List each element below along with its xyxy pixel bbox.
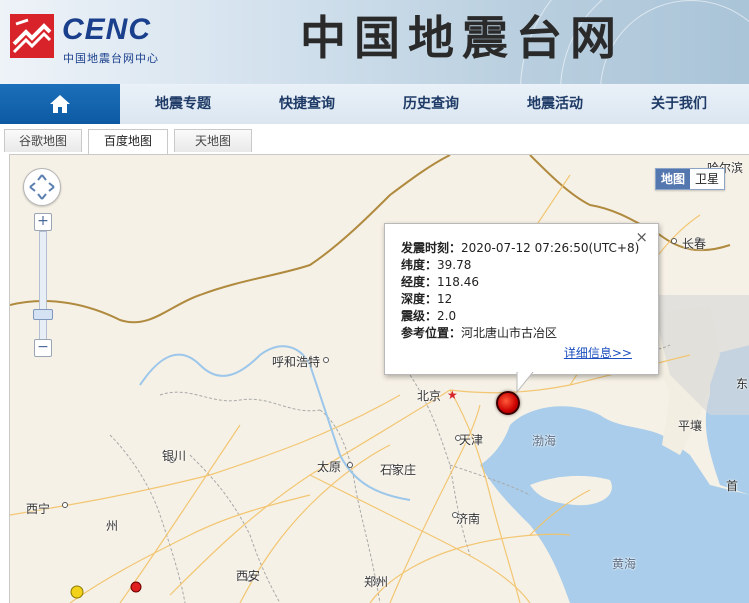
label-east-partial: 东 <box>736 377 749 391</box>
event-dot-yellow <box>70 585 84 599</box>
longitude-label: 经度： <box>401 275 438 289</box>
time-value: 2020-07-12 07:26:50(UTC+8) <box>461 241 640 255</box>
cenc-logo[interactable]: CENC 中国地震台网中心 <box>8 10 183 66</box>
map-canvas[interactable]: ★ 哈尔滨 长春 呼和浩特 北京 天津 银川 太原 石家庄 西宁 济南 西安 郑… <box>9 154 749 603</box>
nav-home-button[interactable] <box>0 84 120 124</box>
magnitude-label: 震级： <box>401 309 438 323</box>
svg-text:★: ★ <box>447 388 458 402</box>
label-bohai: 渤海 <box>532 434 557 448</box>
label-lanzhou-partial: 州 <box>106 519 119 533</box>
magnitude-value: 2.0 <box>437 309 457 323</box>
label-shijiazhuang: 石家庄 <box>380 463 417 477</box>
label-zhengzhou: 郑州 <box>364 575 389 589</box>
site-title: 中国地震台网 <box>300 11 624 65</box>
pan-arrows-icon <box>29 174 55 200</box>
nav-item-quick-search[interactable]: 快捷查询 <box>245 84 369 124</box>
location-label: 参考位置： <box>401 326 462 340</box>
nav-item-activity[interactable]: 地震活动 <box>493 84 617 124</box>
label-huanghai: 黄海 <box>612 557 637 571</box>
time-label: 发震时刻： <box>401 241 462 255</box>
zoom-slider-knob[interactable] <box>33 309 53 320</box>
cenc-logo-mark <box>10 14 54 58</box>
label-pyongyang: 平壤 <box>678 419 703 433</box>
zoom-out-button[interactable]: − <box>34 339 52 357</box>
label-tianjin: 天津 <box>459 433 484 447</box>
map-type-satellite-button[interactable]: 卫星 <box>690 169 725 189</box>
label-xining: 西宁 <box>26 502 51 516</box>
map-type-map-button[interactable]: 地图 <box>656 169 691 189</box>
map-tabs: 谷歌地图 百度地图 天地图 <box>0 124 749 154</box>
event-dot-red <box>130 581 142 593</box>
info-row-latitude: 纬度：39.78 <box>401 257 471 274</box>
depth-label: 深度： <box>401 292 438 306</box>
info-row-location: 参考位置：河北唐山市古冶区 <box>401 325 557 342</box>
label-changchun: 长春 <box>682 237 707 251</box>
nav-item-history[interactable]: 历史查询 <box>369 84 493 124</box>
detail-info-link[interactable]: 详细信息>> <box>564 344 632 361</box>
label-taiyuan: 太原 <box>317 460 342 474</box>
nav-item-about[interactable]: 关于我们 <box>617 84 741 124</box>
latitude-value: 39.78 <box>437 258 472 272</box>
info-window-pointer <box>516 372 534 394</box>
label-hohhot: 呼和浩特 <box>272 355 321 369</box>
longitude-value: 118.46 <box>437 275 480 289</box>
main-nav: 地震专题 快捷查询 历史查询 地震活动 关于我们 <box>0 84 749 125</box>
tab-google-map[interactable]: 谷歌地图 <box>4 129 82 152</box>
zoom-in-button[interactable]: + <box>34 213 52 231</box>
tab-tianditu-map[interactable]: 天地图 <box>174 129 252 152</box>
logo-subtitle: 中国地震台网中心 <box>63 52 159 65</box>
label-beijing: 北京 <box>417 389 442 403</box>
info-row-time: 发震时刻：2020-07-12 07:26:50(UTC+8) <box>401 240 639 257</box>
home-icon <box>50 95 70 113</box>
zoom-slider-track[interactable] <box>39 231 47 345</box>
earthquake-epicenter-marker[interactable] <box>496 391 520 415</box>
earthquake-info-window: × 发震时刻：2020-07-12 07:26:50(UTC+8) 纬度：39.… <box>384 223 659 375</box>
map-type-toggle: 地图 卫星 <box>655 168 726 190</box>
logo-title: CENC <box>62 13 152 46</box>
info-row-longitude: 经度：118.46 <box>401 274 479 291</box>
label-xian: 西安 <box>236 569 261 583</box>
latitude-label: 纬度： <box>401 258 438 272</box>
label-seoul-partial: 首 <box>726 479 739 493</box>
tab-baidu-map[interactable]: 百度地图 <box>88 129 168 154</box>
label-yinchuan: 银川 <box>162 449 187 463</box>
label-jinan: 济南 <box>456 512 481 526</box>
pan-control[interactable] <box>23 168 61 206</box>
nav-item-topics[interactable]: 地震专题 <box>121 84 245 124</box>
location-value: 河北唐山市古冶区 <box>461 326 558 340</box>
info-row-magnitude: 震级：2.0 <box>401 308 456 325</box>
depth-value: 12 <box>437 292 453 306</box>
site-header: CENC 中国地震台网中心 中国地震台网 <box>0 0 749 84</box>
info-row-depth: 深度：12 <box>401 291 452 308</box>
